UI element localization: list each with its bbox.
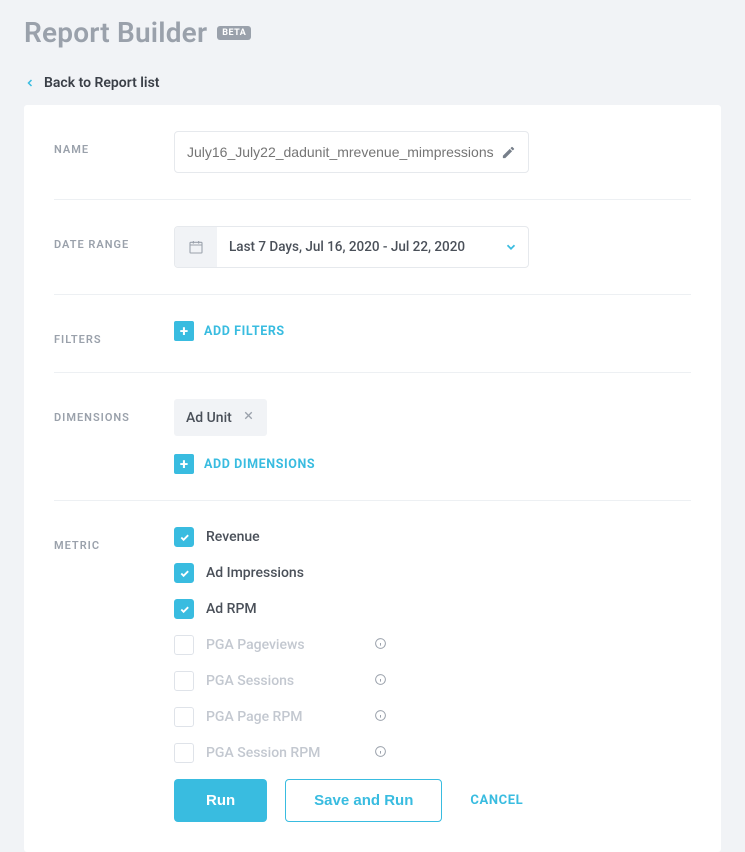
metric-item[interactable]: Ad Impressions xyxy=(174,563,691,583)
name-label: NAME xyxy=(54,131,174,156)
info-icon[interactable] xyxy=(374,709,387,726)
save-and-run-button[interactable]: Save and Run xyxy=(285,779,442,822)
page-title: Report Builder xyxy=(24,16,207,49)
checkbox[interactable] xyxy=(174,599,194,619)
metric-label: Ad RPM xyxy=(206,601,257,617)
name-row: NAME xyxy=(54,105,691,200)
metric-label: PGA Session RPM xyxy=(206,745,336,761)
pencil-icon xyxy=(501,145,516,160)
filters-row: FILTERS + ADD FILTERS xyxy=(54,295,691,373)
dimensions-row: DIMENSIONS Ad Unit + ADD DIMENSIONS xyxy=(54,373,691,501)
checkbox[interactable] xyxy=(174,743,194,763)
metric-label: PGA Sessions xyxy=(206,673,336,689)
report-builder-card: NAME DATE RANGE Last 7 Days, Jul 16, 202… xyxy=(24,105,721,852)
add-filters-label: ADD FILTERS xyxy=(204,324,285,339)
dimension-chip-ad-unit[interactable]: Ad Unit xyxy=(174,399,267,436)
dimensions-label: DIMENSIONS xyxy=(54,399,174,424)
page-title-row: Report Builder BETA xyxy=(24,16,721,49)
run-button[interactable]: Run xyxy=(174,779,267,822)
add-dimensions-label: ADD DIMENSIONS xyxy=(204,457,315,472)
metric-label: Ad Impressions xyxy=(206,565,304,581)
metric-label: PGA Page RPM xyxy=(206,709,336,725)
arrow-left-icon xyxy=(24,77,36,89)
metric-item[interactable]: PGA Pageviews xyxy=(174,635,691,655)
add-filters-button[interactable]: + ADD FILTERS xyxy=(174,321,285,341)
name-input[interactable] xyxy=(187,144,501,160)
beta-badge: BETA xyxy=(217,26,251,40)
checkbox[interactable] xyxy=(174,527,194,547)
metrics-row: METRIC Revenue Ad Impressions Ad RPM PGA Pa… xyxy=(54,501,691,822)
plus-icon: + xyxy=(174,454,194,474)
name-input-wrap[interactable] xyxy=(174,131,529,173)
date-range-select[interactable]: Last 7 Days, Jul 16, 2020 - Jul 22, 2020 xyxy=(174,226,529,268)
metric-item[interactable]: Ad RPM xyxy=(174,599,691,619)
metrics-list: Revenue Ad Impressions Ad RPM PGA Pageviews… xyxy=(174,527,691,763)
metric-label: PGA Pageviews xyxy=(206,637,336,653)
cancel-button[interactable]: CANCEL xyxy=(470,793,523,808)
dimension-chip-label: Ad Unit xyxy=(186,410,232,426)
date-range-label: DATE RANGE xyxy=(54,226,174,251)
date-range-value: Last 7 Days, Jul 16, 2020 - Jul 22, 2020 xyxy=(217,239,494,255)
checkbox[interactable] xyxy=(174,671,194,691)
back-to-report-list-label: Back to Report list xyxy=(44,75,159,91)
checkbox[interactable] xyxy=(174,563,194,583)
date-range-row: DATE RANGE Last 7 Days, Jul 16, 2020 - J… xyxy=(54,200,691,295)
checkbox[interactable] xyxy=(174,707,194,727)
calendar-icon xyxy=(175,227,217,267)
plus-icon: + xyxy=(174,321,194,341)
close-icon[interactable] xyxy=(242,409,255,426)
back-to-report-list-link[interactable]: Back to Report list xyxy=(24,75,721,91)
filters-label: FILTERS xyxy=(54,321,174,346)
info-icon[interactable] xyxy=(374,745,387,762)
info-icon[interactable] xyxy=(374,637,387,654)
metrics-label: METRIC xyxy=(54,527,174,552)
add-dimensions-button[interactable]: + ADD DIMENSIONS xyxy=(174,454,315,474)
actions-row: Run Save and Run CANCEL xyxy=(174,779,691,822)
metric-label: Revenue xyxy=(206,529,260,545)
metric-item[interactable]: PGA Sessions xyxy=(174,671,691,691)
metric-item[interactable]: Revenue xyxy=(174,527,691,547)
metric-item[interactable]: PGA Page RPM xyxy=(174,707,691,727)
chevron-down-icon xyxy=(494,240,528,254)
info-icon[interactable] xyxy=(374,673,387,690)
metric-item[interactable]: PGA Session RPM xyxy=(174,743,691,763)
checkbox[interactable] xyxy=(174,635,194,655)
